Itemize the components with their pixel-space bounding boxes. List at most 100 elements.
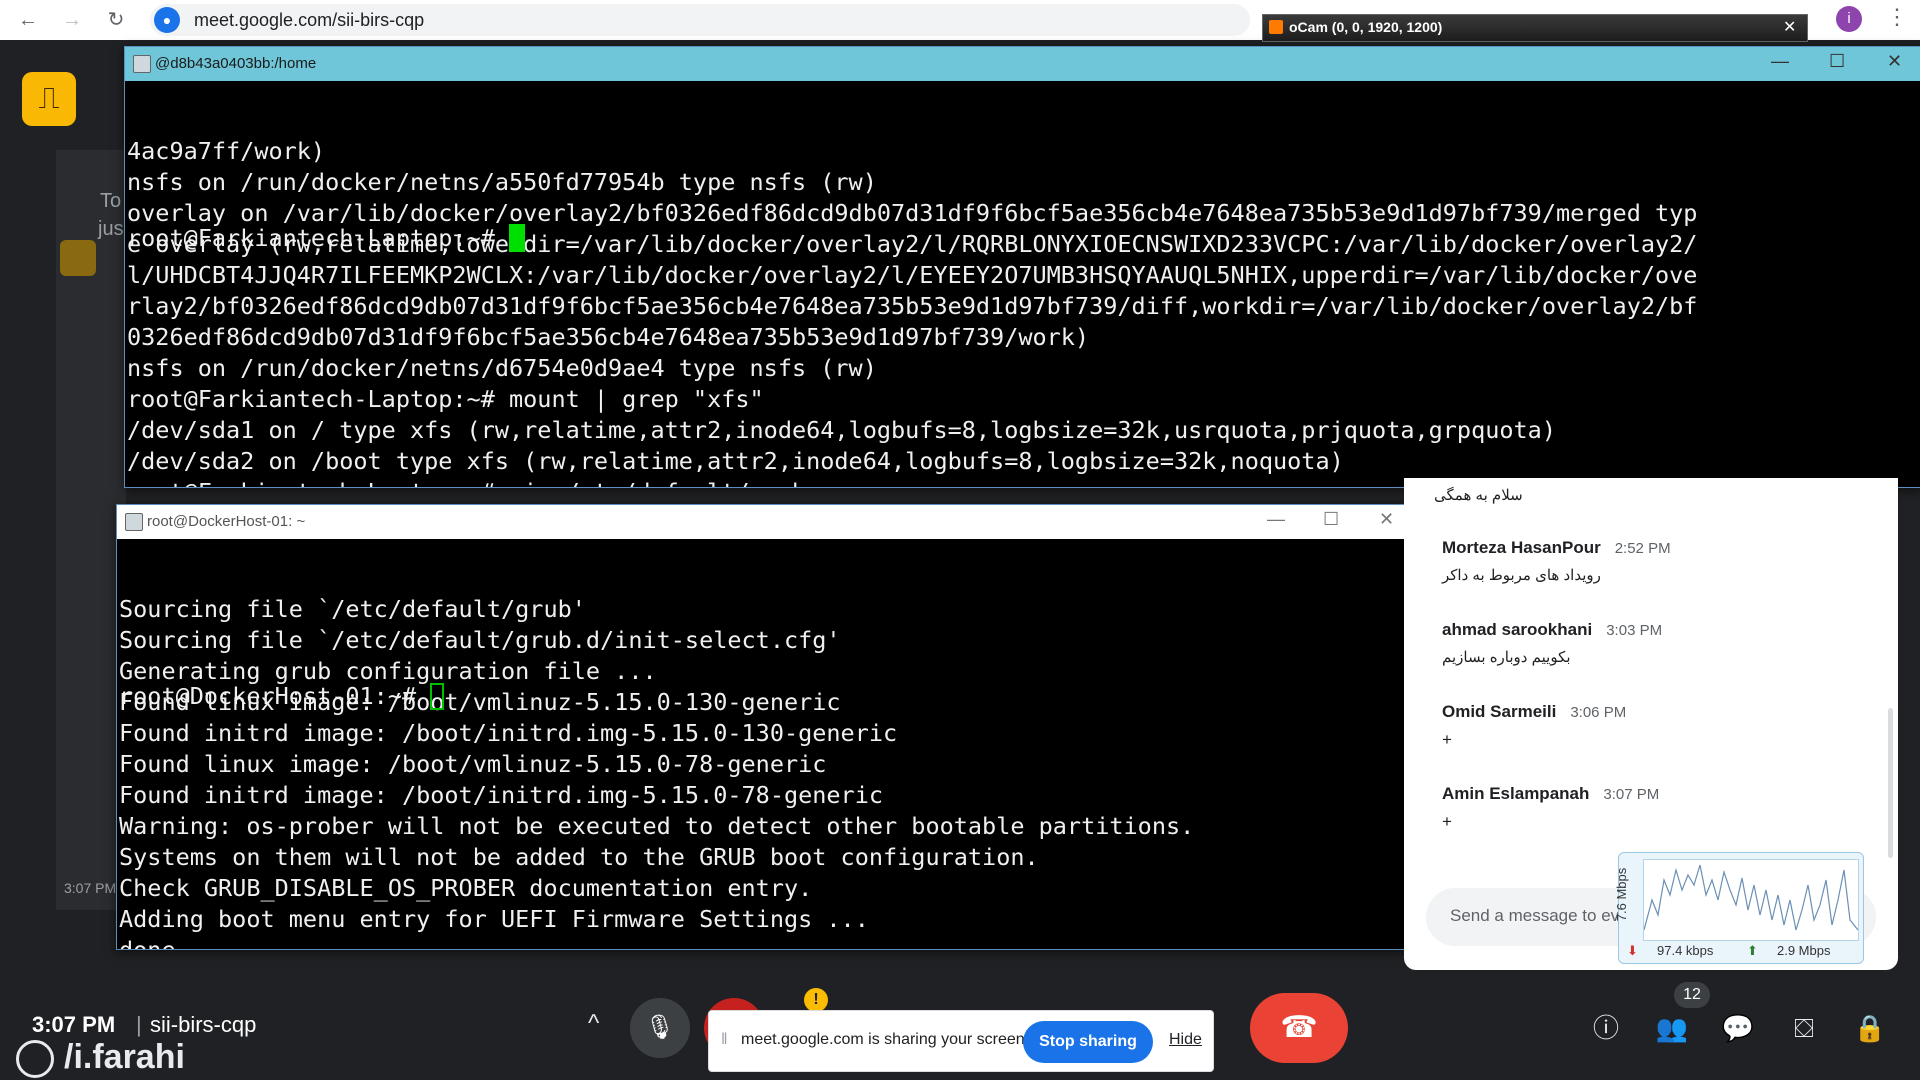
terminal-prompt: root@DockerHost-01:~# <box>119 682 431 710</box>
activities-icon[interactable]: ⛋ <box>1786 1010 1822 1046</box>
host-controls-icon[interactable]: 🔒 <box>1852 1010 1888 1046</box>
back-arrow-icon[interactable]: ← <box>14 6 42 34</box>
maximize-icon[interactable]: ☐ <box>1323 509 1339 530</box>
chat-message-text: رویداد های مربوط به داکر <box>1442 567 1601 584</box>
microphone-button[interactable]: 🎙 <box>630 998 690 1058</box>
terminal-line: rlay2/bf0326edf86dcd9db07d31df9f6bcf5ae3… <box>127 292 1698 320</box>
terminal-line: 0326edf86dcd9db07d31df9f6bcf5ae356cb4e76… <box>127 323 1090 351</box>
chat-time: 3:03 PM <box>1606 622 1663 639</box>
ocam-app-icon <box>1269 20 1283 34</box>
minimize-icon[interactable]: — <box>1771 51 1789 72</box>
chat-sender: Omid Sarmeili <box>1442 702 1557 721</box>
chat-message-text: + <box>1442 730 1452 749</box>
text-cursor <box>509 224 526 252</box>
chat-icon[interactable]: 💬 <box>1720 1010 1756 1046</box>
terminal-line: Found linux image: /boot/vmlinuz-5.15.0-… <box>119 750 827 778</box>
terminal-titlebar[interactable]: root@DockerHost-01: ~ — ☐ ✕ <box>117 505 1421 539</box>
terminal-window-top[interactable]: @d8b43a0403bb:/home — ☐ ✕ 4ac9a7ff/work)… <box>124 46 1920 488</box>
chat-scrollbar[interactable] <box>1888 708 1893 858</box>
bandwidth-monitor: 7.6 Mbps ⬇ 97.4 kbps ⬆ 2.9 Mbps <box>1614 852 1864 964</box>
watermark-username: /i.farahi <box>64 1038 185 1076</box>
screen-share-notification: ‖ meet.google.com is sharing your screen… <box>708 1010 1214 1072</box>
chat-message-header: ahmad sarookhani 3:03 PM <box>1442 620 1662 640</box>
separator: | <box>136 1012 142 1037</box>
terminal-title: root@DockerHost-01: ~ <box>147 513 306 530</box>
close-icon[interactable]: ✕ <box>1887 51 1902 72</box>
terminal-window-bottom[interactable]: root@DockerHost-01: ~ — ☐ ✕ Sourcing fil… <box>116 504 1422 950</box>
upload-arrow-icon: ⬆ <box>1747 943 1758 958</box>
terminal-line: Sourcing file `/etc/default/grub' <box>119 595 586 623</box>
chat-sender: Morteza HasanPour <box>1442 538 1601 557</box>
close-icon[interactable]: ✕ <box>1379 509 1394 530</box>
door-exit-icon[interactable]: ⎍ <box>22 72 76 126</box>
text-cursor <box>430 683 445 710</box>
ghost-text-jus: jus <box>98 218 124 240</box>
forward-arrow-icon[interactable]: → <box>58 6 86 34</box>
meeting-code: sii-birs-cqp <box>150 1012 257 1037</box>
terminal-titlebar[interactable]: @d8b43a0403bb:/home — ☐ ✕ <box>125 47 1920 81</box>
chat-message-header: Morteza HasanPour 2:52 PM <box>1442 538 1671 558</box>
chat-time: 3:07 PM <box>1603 786 1660 803</box>
profile-avatar[interactable]: i <box>1836 6 1862 32</box>
chat-sender: ahmad sarookhani <box>1442 620 1593 639</box>
url-text: meet.google.com/sii-birs-cqp <box>194 10 425 30</box>
minimize-icon[interactable]: — <box>1267 509 1285 530</box>
chat-time: 3:06 PM <box>1570 704 1627 721</box>
bandwidth-graph <box>1643 859 1859 941</box>
terminal-line: l/UHDCBT4JJQ4R7ILFEEMKP2WCLX:/var/lib/do… <box>127 261 1698 289</box>
terminal-line: 4ac9a7ff/work) <box>127 137 326 165</box>
terminal-line: Sourcing file `/etc/default/grub.d/init-… <box>119 626 841 654</box>
terminal-line: nsfs on /run/docker/netns/a550fd77954b t… <box>127 168 877 196</box>
ghost-time: 3:07 PM <box>64 880 117 896</box>
reload-icon[interactable]: ↻ <box>102 6 130 34</box>
door-exit-icon-small <box>60 240 96 276</box>
terminal-line: /dev/sda1 on / type xfs (rw,relatime,att… <box>127 416 1556 444</box>
terminal-line: Check GRUB_DISABLE_OS_PROBER documentati… <box>119 874 813 902</box>
chat-message-header: Omid Sarmeili 3:06 PM <box>1442 702 1626 722</box>
hide-link[interactable]: Hide <box>1169 1031 1202 1049</box>
terminal-line: Warning: os-prober will not be executed … <box>119 812 1195 840</box>
close-icon[interactable]: ✕ <box>1783 17 1796 37</box>
maximize-icon[interactable]: ☐ <box>1829 51 1845 72</box>
ghost-text-to: To <box>100 190 122 212</box>
chat-message-text: سلام به همگی <box>1434 487 1523 504</box>
chat-message: Omid Sarmeili 3:06 PM + <box>1442 702 1626 750</box>
chat-sender: Amin Eslampanah <box>1442 784 1590 803</box>
ocam-window: oCam (0, 0, 1920, 1200) ✕ <box>1262 14 1808 42</box>
share-status-text: meet.google.com is sharing your screen. <box>741 1031 1030 1048</box>
download-arrow-icon: ⬇ <box>1627 943 1638 958</box>
terminal-line: Systems on them will not be added to the… <box>119 843 1039 871</box>
terminal-prompt: root@Farkiantech-Laptop:~# <box>127 224 510 252</box>
bandwidth-down: 97.4 kbps <box>1657 943 1714 958</box>
end-call-button[interactable]: ☎ <box>1250 993 1348 1063</box>
putty-icon <box>125 513 143 531</box>
terminal-line: Found initrd image: /boot/initrd.img-5.1… <box>119 719 898 747</box>
meeting-time: 3:07 PM <box>32 1012 116 1037</box>
terminal-line: Found initrd image: /boot/initrd.img-5.1… <box>119 781 884 809</box>
chat-message: ahmad sarookhani 3:03 PM بکوییم دوباره بس… <box>1442 620 1662 666</box>
microphone-icon: ● <box>154 7 180 33</box>
menu-kebab-icon[interactable]: ⋮ <box>1886 4 1908 30</box>
people-icon[interactable]: 👥 <box>1654 1010 1690 1046</box>
info-icon[interactable]: ⓘ <box>1588 1010 1624 1046</box>
terminal-line: nsfs on /run/docker/netns/d6754e0d9ae4 t… <box>127 354 877 382</box>
chat-message-text: + <box>1442 812 1452 831</box>
address-bar[interactable]: ● meet.google.com/sii-birs-cqp <box>150 4 1250 36</box>
terminal-output-bottom[interactable]: Sourcing file `/etc/default/grub' Sourcin… <box>117 539 1421 949</box>
terminal-output-top[interactable]: 4ac9a7ff/work) nsfs on /run/docker/netns/… <box>125 81 1920 487</box>
warning-icon: ! <box>804 988 828 1012</box>
terminal-line: root@Farkiantech-Laptop:~# mount | grep … <box>127 385 764 413</box>
terminal-line: Adding boot menu entry for UEFI Firmware… <box>119 905 869 933</box>
bandwidth-scale: 7.6 Mbps <box>1614 867 1630 922</box>
stop-sharing-button[interactable]: Stop sharing <box>1023 1021 1153 1063</box>
watermark-logo-icon <box>16 1040 54 1078</box>
chat-message: Morteza HasanPour 2:52 PM رویداد های مربو… <box>1442 538 1671 584</box>
chat-time: 2:52 PM <box>1614 540 1671 557</box>
chat-message-header: Amin Eslampanah 3:07 PM <box>1442 784 1659 804</box>
ocam-title: oCam (0, 0, 1920, 1200) <box>1289 19 1443 35</box>
participants-count-badge: 12 <box>1674 982 1710 1008</box>
drag-handle-icon[interactable]: ‖ <box>721 1031 728 1049</box>
terminal-line: /dev/sda2 on /boot type xfs (rw,relatime… <box>127 447 1344 475</box>
chevron-up-icon[interactable]: ^ <box>588 1010 599 1038</box>
putty-icon <box>133 55 151 73</box>
